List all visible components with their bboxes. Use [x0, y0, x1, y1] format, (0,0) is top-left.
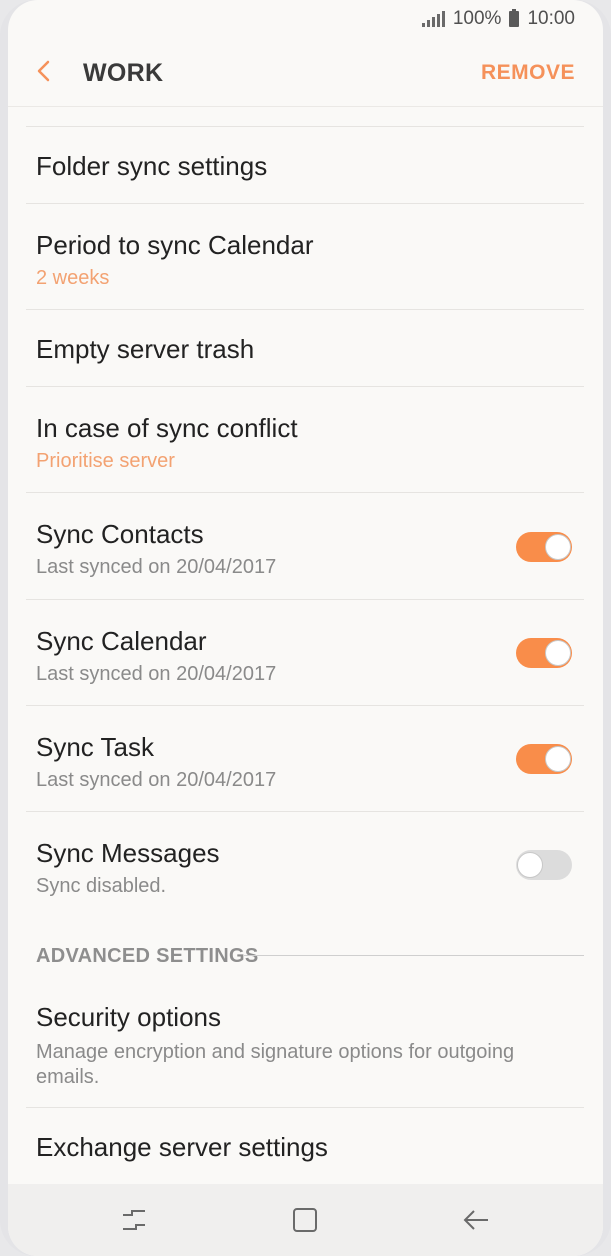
item-status: Sync disabled. — [36, 875, 167, 897]
recent-apps-icon[interactable] — [118, 1204, 150, 1236]
app-bar: WORK REMOVE — [8, 40, 603, 107]
screen: 100% 10:00 WORK REMOVE Folder sync setti… — [8, 0, 603, 1256]
battery-percent: 100% — [452, 8, 502, 29]
item-label: Exchange server settings — [36, 1132, 328, 1162]
advanced-settings-list: Security options Manage encryption and s… — [26, 986, 584, 1188]
folder-sync-settings-item[interactable]: Folder sync settings — [26, 127, 584, 204]
advanced-settings-header: ADVANCED SETTINGS — [36, 942, 584, 972]
sync-task-item[interactable]: Sync Task Last synced on 20/04/2017 — [26, 706, 584, 812]
period-sync-calendar-item[interactable]: Period to sync Calendar 2 weeks — [26, 204, 584, 310]
sync-conflict-item[interactable]: In case of sync conflict Prioritise serv… — [26, 387, 584, 493]
sync-calendar-item[interactable]: Sync Calendar Last synced on 20/04/2017 — [26, 600, 584, 706]
security-options-item[interactable]: Security options Manage encryption and s… — [26, 986, 584, 1108]
page-title: WORK — [83, 59, 164, 87]
sync-calendar-toggle[interactable] — [516, 638, 572, 668]
item-label: Sync Messages — [36, 838, 220, 868]
item-label: Sync Contacts — [36, 519, 204, 549]
item-status: Last synced on 20/04/2017 — [36, 769, 277, 791]
sync-contacts-item[interactable]: Sync Contacts Last synced on 20/04/2017 — [26, 493, 584, 600]
item-label: In case of sync conflict — [36, 413, 298, 443]
back-icon[interactable] — [460, 1204, 492, 1236]
item-value: 2 weeks — [36, 267, 110, 289]
item-status: Last synced on 20/04/2017 — [36, 556, 277, 578]
divider — [244, 955, 584, 956]
back-arrow-icon[interactable] — [30, 56, 60, 86]
item-label: Sync Task — [36, 732, 155, 762]
sync-task-toggle[interactable] — [516, 744, 572, 774]
sync-contacts-toggle[interactable] — [516, 532, 572, 562]
device-frame: 100% 10:00 WORK REMOVE Folder sync setti… — [0, 0, 611, 1256]
item-description: Manage encryption and signature options … — [36, 1041, 515, 1088]
empty-server-trash-item[interactable]: Empty server trash — [26, 310, 584, 387]
item-label: Sync Calendar — [36, 626, 207, 656]
item-value: Prioritise server — [36, 450, 175, 472]
signal-icon — [421, 11, 445, 27]
navigation-bar — [8, 1184, 603, 1256]
item-label: Security options — [36, 1002, 221, 1032]
item-label: Folder sync settings — [36, 151, 268, 181]
exchange-server-settings-item[interactable]: Exchange server settings — [26, 1108, 584, 1188]
clock: 10:00 — [527, 8, 575, 29]
sync-messages-toggle[interactable] — [516, 850, 572, 880]
sync-messages-item[interactable]: Sync Messages Sync disabled. — [26, 812, 584, 918]
status-bar: 100% 10:00 — [8, 0, 603, 38]
item-status: Last synced on 20/04/2017 — [36, 663, 277, 685]
item-label: Empty server trash — [36, 334, 255, 364]
item-label: Period to sync Calendar — [36, 230, 314, 260]
home-icon[interactable] — [289, 1204, 321, 1236]
battery-icon — [509, 9, 520, 27]
remove-button[interactable]: REMOVE — [481, 61, 575, 85]
settings-list: Folder sync settings Period to sync Cale… — [26, 126, 584, 918]
